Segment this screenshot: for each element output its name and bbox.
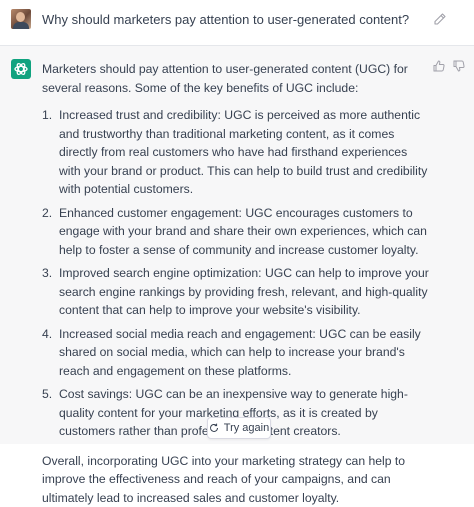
list-item: 1. Increased trust and credibility: UGC … — [42, 106, 432, 199]
user-message-text: Why should marketers pay attention to us… — [42, 12, 409, 28]
refresh-icon — [209, 423, 219, 433]
list-item-number: 2. — [42, 204, 52, 223]
list-item-number: 1. — [42, 106, 52, 125]
assistant-message-content: Marketers should pay attention to user-g… — [42, 60, 432, 507]
benefits-list: 1. Increased trust and credibility: UGC … — [42, 106, 432, 441]
thumbs-up-icon[interactable] — [433, 60, 445, 72]
list-item-number: 5. — [42, 385, 52, 404]
try-again-button[interactable]: Try again — [207, 417, 271, 439]
list-item: 2. Enhanced customer engagement: UGC enc… — [42, 204, 432, 260]
list-item-number: 4. — [42, 325, 52, 344]
list-item-text: Enhanced customer engagement: UGC encour… — [59, 206, 427, 257]
assistant-conclusion: Overall, incorporating UGC into your mar… — [42, 452, 432, 507]
list-item-text: Increased social media reach and engagem… — [59, 327, 421, 378]
user-avatar — [11, 9, 31, 29]
list-item-text: Increased trust and credibility: UGC is … — [59, 108, 427, 196]
assistant-message-row: Marketers should pay attention to user-g… — [0, 46, 474, 444]
edit-icon[interactable] — [433, 12, 447, 26]
user-message-row: Why should marketers pay attention to us… — [0, 0, 474, 46]
thumbs-down-icon[interactable] — [453, 60, 465, 72]
openai-logo-icon — [11, 59, 31, 79]
list-item-number: 3. — [42, 264, 52, 283]
list-item: 4. Increased social media reach and enga… — [42, 325, 432, 381]
list-item-text: Improved search engine optimization: UGC… — [59, 266, 429, 317]
list-item: 3. Improved search engine optimization: … — [42, 264, 432, 320]
assistant-intro: Marketers should pay attention to user-g… — [42, 60, 432, 97]
try-again-label: Try again — [224, 422, 269, 434]
